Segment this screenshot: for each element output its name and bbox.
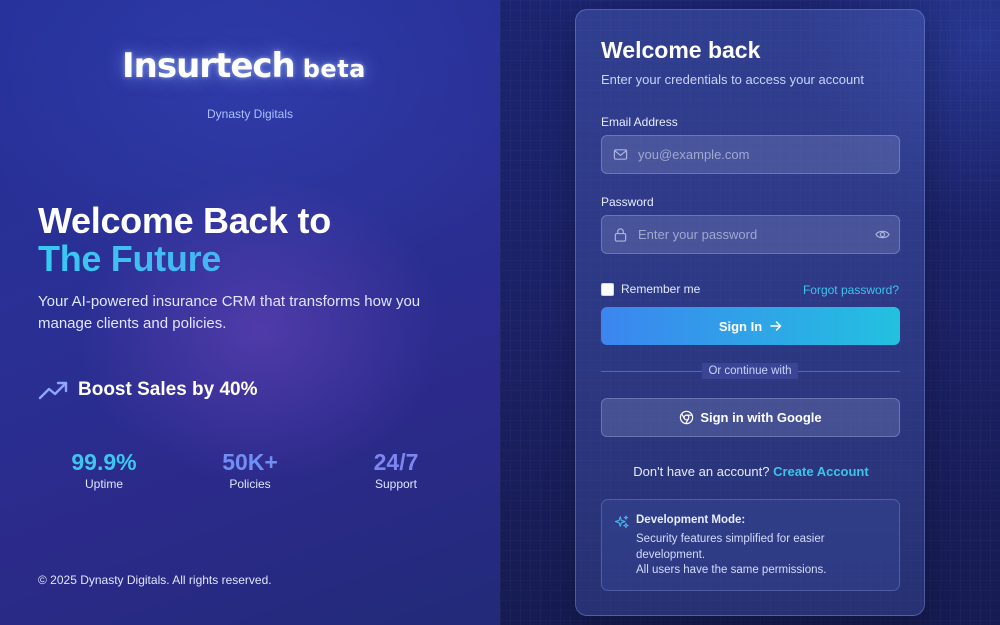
login-subtitle: Enter your credentials to access your ac… [601,72,865,87]
brand-name: Insurtech [122,46,296,86]
password-field[interactable]: Enter your password [601,215,900,254]
stat-uptime: 99.9% Uptime [34,449,174,491]
password-placeholder: Enter your password [638,227,758,242]
email-label: Email Address [601,115,678,129]
hero-title: Welcome Back to The Future [38,202,331,278]
no-account-text: Don't have an account? [633,464,770,479]
brand-tag: beta [302,55,366,83]
sign-in-label: Sign In [718,318,763,334]
create-account-link[interactable]: Create Account [773,464,869,479]
stat-value: 24/7 [373,449,419,475]
brand-logo: Insurtech beta [122,46,366,86]
email-field[interactable]: you@example.com [601,135,900,174]
login-card: Welcome back Enter your credentials to a… [575,9,925,616]
stat-value: 99.9% [71,449,137,475]
sparkles-icon [615,515,629,529]
stat-policies: 50K+ Policies [180,449,320,491]
lock-icon [614,228,627,242]
remember-label: Remember me [621,282,701,296]
hero-title-line1: Welcome Back to [38,200,331,241]
highlight: Boost Sales by 40% [38,378,258,402]
trending-up-icon [38,381,68,400]
dev-mode-line: All users have the same permissions. [636,564,827,576]
stat-label: Uptime [84,477,123,491]
dev-mode-notice: Development Mode: Security features simp… [601,499,900,591]
dev-mode-line: Security features simplified for easier … [636,533,825,561]
eye-icon[interactable] [875,227,890,242]
google-sign-in-label: Sign in with Google [700,410,822,425]
sign-in-button[interactable]: Sign In [601,307,900,345]
forgot-password-link[interactable]: Forgot password? [803,283,899,297]
stat-value: 50K+ [222,449,278,475]
hero-subtitle: Your AI-powered insurance CRM that trans… [38,293,421,332]
hero-title-line2: The Future [38,240,331,278]
divider-label: Or continue with [702,363,798,379]
login-title: Welcome back [601,37,761,63]
password-label: Password [601,195,654,209]
remember-checkbox[interactable] [601,282,614,296]
stat-label: Policies [229,477,271,491]
mail-icon [613,149,628,160]
company-name: Dynasty Digitals [206,107,294,121]
signup-prompt: Don't have an account? Create Account [576,464,926,479]
chrome-icon [680,410,694,425]
highlight-text: Boost Sales by 40% [78,379,258,400]
dev-mode-text: Security features simplified for easier … [636,532,886,579]
dev-mode-title: Development Mode: [636,514,746,526]
stat-support: 24/7 Support [326,449,466,491]
remember-me[interactable]: Remember me [601,282,700,296]
stat-label: Support [374,477,418,491]
email-placeholder: you@example.com [638,147,750,162]
copyright: © 2025 Dynasty Digitals. All rights rese… [38,573,272,587]
google-sign-in-button[interactable]: Sign in with Google [601,398,900,437]
arrow-right-icon [770,321,782,331]
